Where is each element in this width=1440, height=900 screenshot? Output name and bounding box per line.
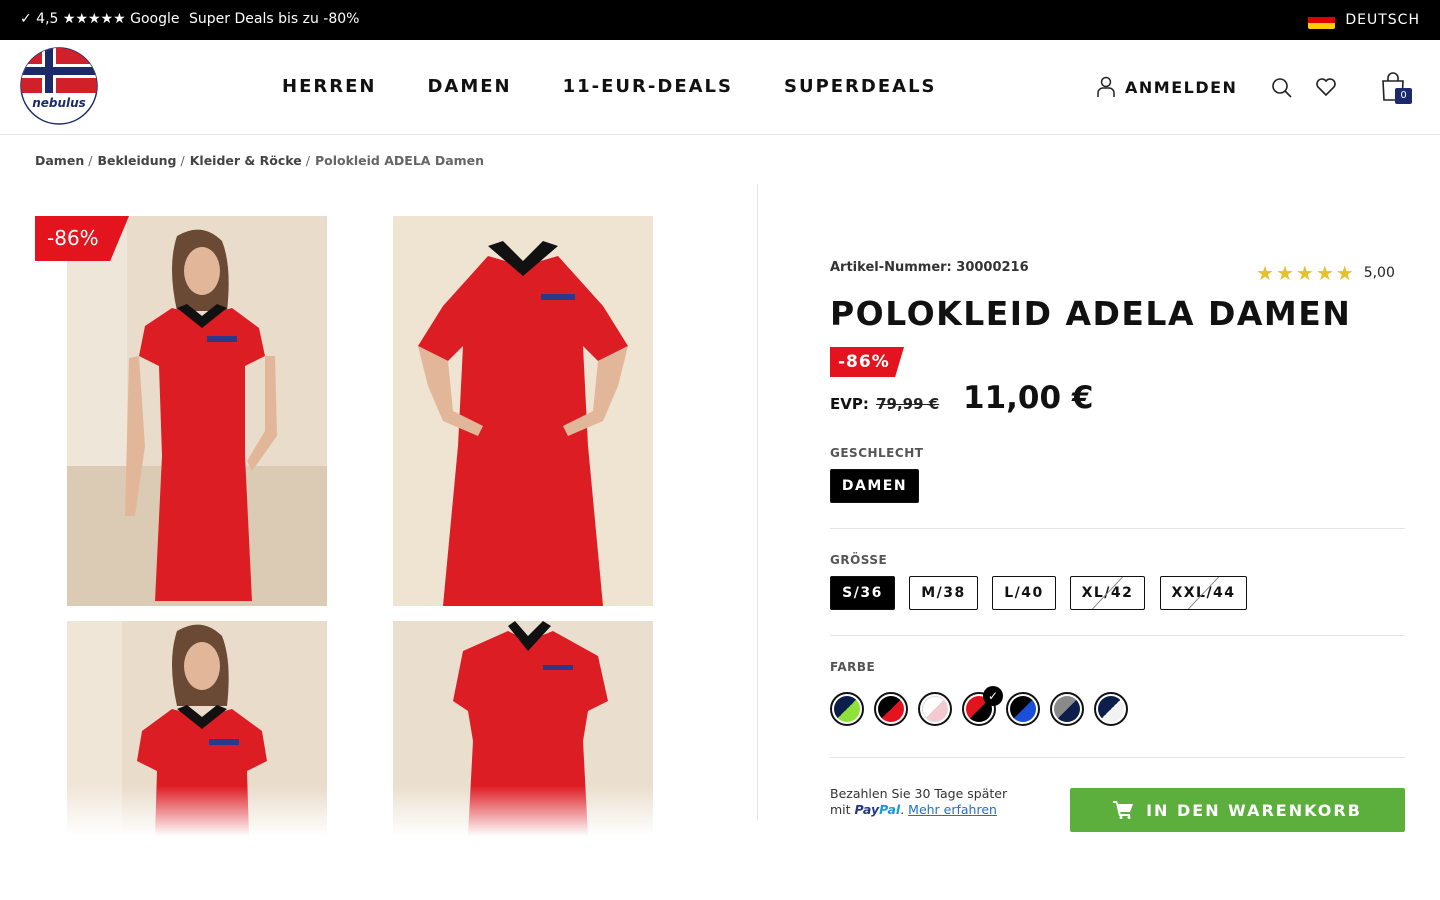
google-rating[interactable]: ✓ 4,5 ★★★★★ Google [20, 11, 179, 27]
shopping-cart-icon [1113, 801, 1134, 819]
evp-price: EVP: 79,99 € [830, 395, 939, 413]
logo-wordmark: nebulus [32, 96, 86, 110]
breadcrumb-damen[interactable]: Damen [35, 153, 84, 168]
paypal-later-info: Bezahlen Sie 30 Tage später mit PayPal. … [830, 786, 1008, 817]
super-deals-promo[interactable]: Super Deals bis zu -80% [189, 11, 359, 27]
size-option-label: M/38 [921, 585, 966, 601]
size-option-m38[interactable]: M/38 [909, 576, 978, 610]
unavailable-strike [1092, 577, 1123, 609]
unavailable-strike [1187, 577, 1220, 609]
divider [830, 757, 1405, 758]
product-image-2[interactable] [393, 216, 653, 606]
top-bar: ✓ 4,5 ★★★★★ Google Super Deals bis zu -8… [0, 0, 1440, 40]
color-swatch[interactable] [830, 692, 864, 726]
color-swatch[interactable] [874, 692, 908, 726]
star-icon: ★ [1295, 261, 1314, 285]
article-number: Artikel-Nummer: 30000216 [830, 260, 1029, 275]
nebulus-logo[interactable]: nebulus [20, 47, 98, 125]
breadcrumb: Damen / Bekleidung / Kleider & Röcke / Polo… [35, 153, 485, 168]
star-icon: ★ [1315, 261, 1334, 285]
color-label: FARBE [830, 660, 876, 674]
divider [830, 635, 1405, 636]
old-price: 79,99 € [876, 395, 940, 413]
gender-option-damen[interactable]: DAMEN [830, 469, 919, 503]
product-rating[interactable]: ★ ★ ★ ★ ★ 5,00 [1256, 263, 1395, 283]
heart-icon[interactable] [1315, 77, 1337, 97]
star-icon: ★ [1335, 261, 1354, 285]
nav-item-superdeals[interactable]: SUPERDEALS [784, 76, 937, 97]
star-icon: ★ [1275, 261, 1294, 285]
login-button[interactable]: ANMELDEN [1096, 76, 1237, 98]
size-option-l40[interactable]: L/40 [992, 576, 1056, 610]
paypal-line-1: Bezahlen Sie 30 Tage später [830, 786, 1008, 801]
nav-item-herren[interactable]: HERREN [282, 76, 376, 97]
product-image-3[interactable] [67, 621, 327, 836]
paypal-learn-more-link[interactable]: Mehr erfahren [908, 802, 997, 817]
breadcrumb-bekleidung[interactable]: Bekleidung [97, 153, 176, 168]
product-image-1[interactable] [67, 216, 327, 606]
paypal-mit: mit [830, 802, 851, 817]
column-divider [757, 184, 758, 820]
gender-label: GESCHLECHT [830, 446, 924, 460]
size-option-label: L/40 [1004, 585, 1044, 601]
size-option-xl42-unavailable[interactable]: XL/42 [1070, 576, 1145, 610]
breadcrumb-current: Polokleid ADELA Damen [314, 153, 485, 168]
add-to-cart-label: IN DEN WARENKORB [1146, 800, 1362, 820]
language-selector[interactable]: DEUTSCH [1308, 11, 1420, 29]
language-label: DEUTSCH [1345, 12, 1420, 28]
star-icon: ★ [1256, 261, 1274, 285]
cart-count-badge: 0 [1395, 88, 1412, 104]
color-swatch[interactable] [918, 692, 952, 726]
breadcrumb-kleider-roecke[interactable]: Kleider & Röcke [190, 153, 302, 168]
size-option-xxl44-unavailable[interactable]: XXL/44 [1160, 576, 1247, 610]
add-to-cart-button[interactable]: IN DEN WARENKORB [1070, 788, 1405, 832]
main-nav: HERREN DAMEN 11-EUR-DEALS SUPERDEALS [282, 76, 988, 97]
divider [830, 528, 1405, 529]
current-price: 11,00 € [963, 380, 1094, 416]
size-label: GRÖSSE [830, 553, 888, 567]
nav-item-damen[interactable]: DAMEN [427, 76, 511, 97]
price-discount-badge: -86% [830, 347, 904, 377]
rating-score: 5,00 [1363, 265, 1395, 281]
size-option-label: S/36 [842, 585, 883, 601]
paypal-logo-pay: Pay [854, 802, 880, 817]
search-icon[interactable] [1271, 77, 1293, 99]
nav-item-11-eur-deals[interactable]: 11-EUR-DEALS [563, 76, 733, 97]
evp-label: EVP: [830, 395, 869, 413]
german-flag-icon [1308, 11, 1336, 29]
color-swatch[interactable] [1094, 692, 1128, 726]
main-header: nebulus HERREN DAMEN 11-EUR-DEALS SUPERD… [0, 40, 1440, 135]
size-option-s36[interactable]: S/36 [830, 576, 895, 610]
product-title: POLOKLEID ADELA DAMEN [830, 294, 1352, 333]
product-image-4[interactable] [393, 621, 653, 836]
paypal-logo-pal: Pal [879, 802, 901, 817]
checkmark-icon: ✓ [983, 686, 1003, 706]
color-swatch[interactable] [1006, 692, 1040, 726]
user-icon [1097, 76, 1115, 97]
color-swatch[interactable] [1050, 692, 1084, 726]
login-label: ANMELDEN [1125, 77, 1238, 97]
